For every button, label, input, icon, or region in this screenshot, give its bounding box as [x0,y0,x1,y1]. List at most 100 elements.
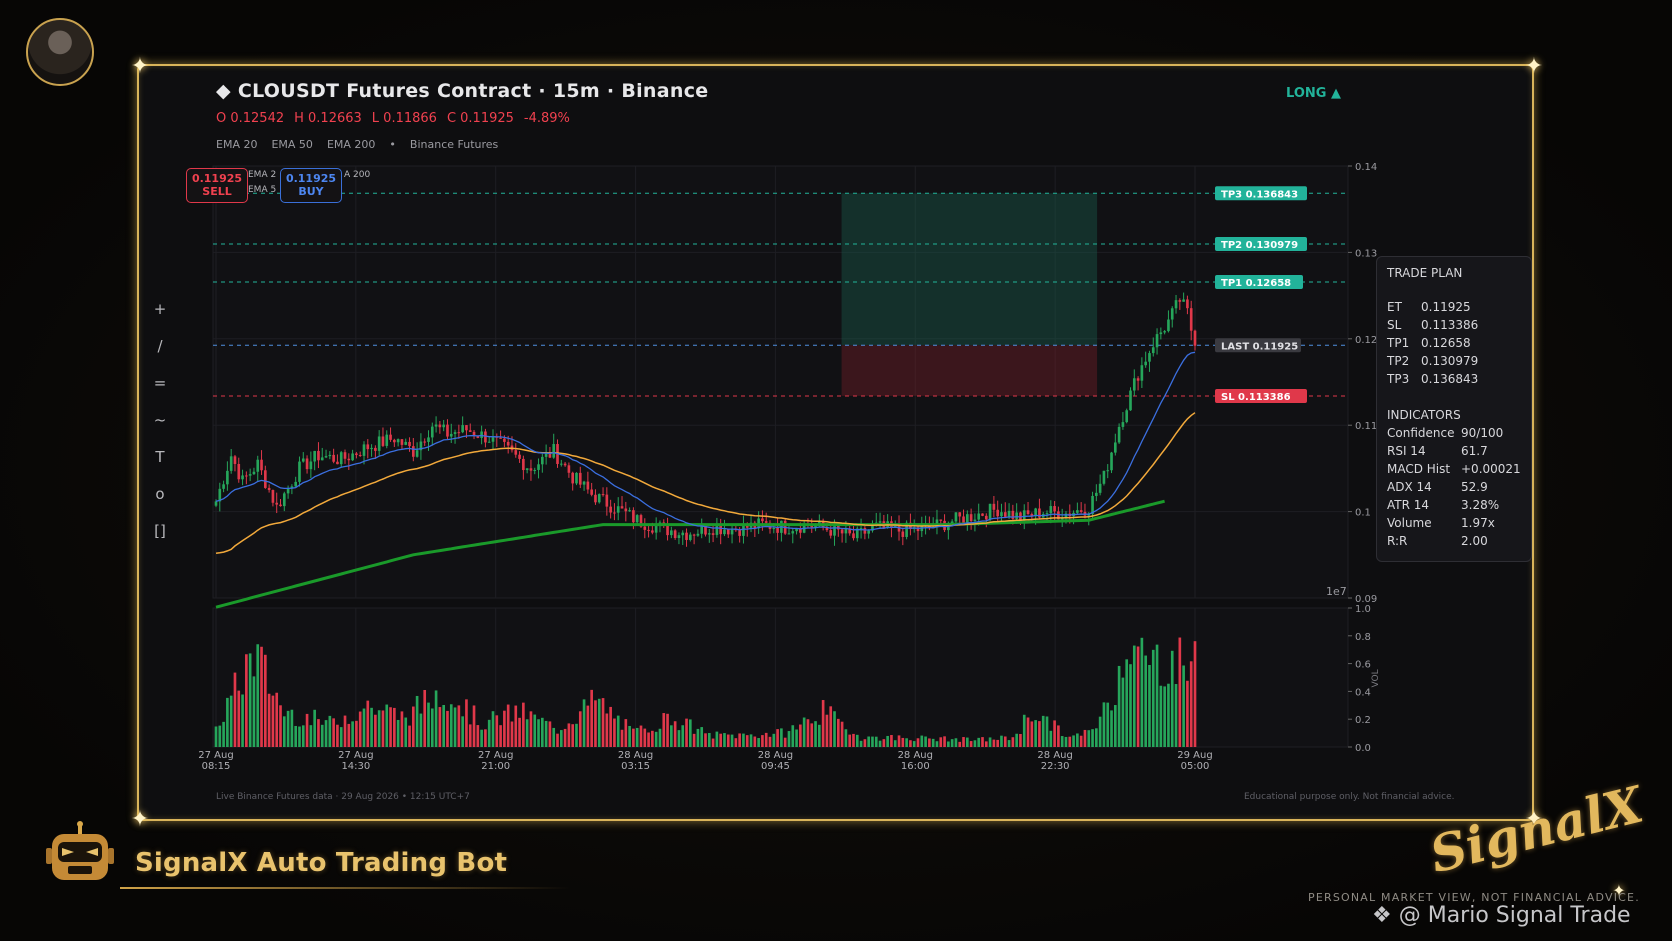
indicator-key: R:R [1387,534,1408,548]
volume-bar [343,715,347,747]
volume-tick-label: 0.2 [1355,715,1371,726]
candle-body [852,533,855,539]
trade-plan-key: TP1 [1387,336,1410,350]
volume-bar [1125,659,1129,747]
candle-body [351,453,354,461]
ema20-legend: EMA 2 [248,170,277,180]
volume-bar [571,724,575,747]
candle-body [590,489,593,495]
volume-bar [609,706,612,747]
tp3-level-tag-label: TP3 0.136843 [1221,189,1298,200]
watermark: ❖ @ Mario Signal Trade [1372,903,1631,928]
candle-body [878,521,882,523]
buy-button[interactable]: 0.11925 BUY [280,168,342,203]
candle-body [605,494,609,507]
candle-body [468,430,472,432]
volume-tick-label: 0.0 [1355,743,1371,754]
volume-bar [787,731,791,747]
volume-bar [871,736,874,747]
candle-body [1121,422,1125,427]
candle-body [1182,299,1185,302]
volume-bar [1015,733,1018,747]
volume-bar [1110,710,1113,747]
volume-bar [563,728,567,747]
candle-body [601,494,605,496]
candle-body [628,510,631,512]
bot-name: SignalX Auto Trading Bot [135,848,508,878]
volume-bar [503,710,506,747]
candle-body [1015,512,1018,519]
trade-plan-panel: TRADE PLAN ET 0.11925 SL 0.113386 TP1 0.12658… [1376,256,1532,562]
trade-plan-key: TP2 [1387,354,1410,368]
volume-bar [578,711,582,747]
candle-body [567,465,571,473]
candle-body [400,439,404,445]
time-tick-date: 29 Aug [1177,750,1212,761]
volume-bar [704,733,707,747]
volume-bar [726,734,730,747]
candle-body [1125,410,1129,423]
candle-body [1000,512,1003,517]
candle-body [465,425,468,431]
volume-bar [939,737,943,747]
volume-bar [772,733,776,747]
trade-plan-row: TP2 0.130979 [1387,354,1521,372]
candle-body [480,431,483,438]
indicator-value: 52.9 [1461,480,1488,494]
candle-body [643,526,647,530]
volume-tick-label: 0.8 [1355,632,1371,643]
candle-body [423,441,427,443]
time-tick-time: 09:45 [761,761,790,772]
indicator-key: ATR 14 [1387,498,1430,512]
volume-bar [1121,677,1125,747]
candle-body [336,461,339,465]
volume-bar [909,740,912,747]
volume-bar [423,689,427,747]
candle-body [1026,510,1030,515]
candle-body [503,438,506,442]
candle-body [499,437,502,439]
candle-body [578,472,582,485]
volume-bar [1129,664,1132,747]
volume-bar [757,738,760,747]
sell-button[interactable]: 0.11925 SELL [186,168,248,203]
volume-bar [415,695,419,747]
candle-body [522,458,525,471]
candle-body [1193,330,1197,346]
indicator-row: RSI 14 61.7 [1387,444,1521,462]
candle-body [366,444,370,450]
volume-bar [275,692,279,747]
volume-bar [958,741,962,747]
volume-bar [643,728,647,747]
candle-body [1098,483,1102,493]
candle-body [430,426,434,438]
volume-bar [745,735,749,747]
volume-bar [1113,705,1117,747]
volume-bar [673,721,677,747]
candle-body [1045,513,1049,515]
volume-bar [802,717,806,747]
volume-bar [780,728,783,747]
candle-body [575,472,578,484]
candle-body [738,530,741,536]
time-tick-time: 14:30 [341,761,370,772]
volume-bar [419,713,423,747]
volume-bar [245,654,248,747]
trade-plan-value: 0.130979 [1421,354,1479,368]
price-tick-label: 0.12 [1355,335,1377,346]
data-source-note: Live Binance Futures data · 29 Aug 2026 … [216,792,470,802]
volume-bar [783,737,787,747]
volume-bar [719,733,723,747]
volume-bar [408,725,411,747]
indicator-key: Volume [1387,516,1432,530]
volume-bar [966,737,969,747]
volume-bar [472,705,476,747]
volume-bar [597,698,601,747]
candle-body [229,456,233,471]
volume-bar [859,740,863,747]
candle-body [1163,331,1166,333]
volume-bar [1174,684,1178,747]
candle-body [1079,510,1083,512]
trade-plan-key: TP3 [1387,372,1410,386]
volume-bar [810,723,814,747]
